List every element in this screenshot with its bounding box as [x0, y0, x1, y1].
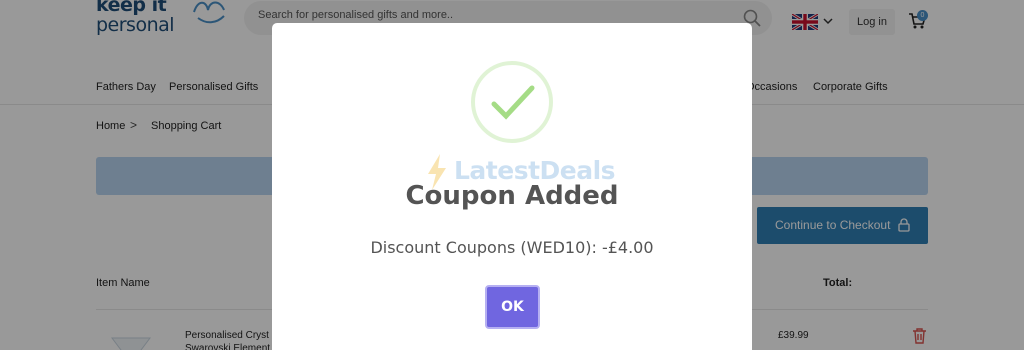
- ok-button[interactable]: OK: [485, 285, 540, 329]
- modal-title: Coupon Added: [405, 181, 619, 211]
- modal-message: Discount Coupons (WED10): -£4.00: [370, 238, 654, 257]
- coupon-modal: LatestDeals Coupon Added Discount Coupon…: [272, 23, 752, 350]
- success-check-icon: [471, 61, 553, 143]
